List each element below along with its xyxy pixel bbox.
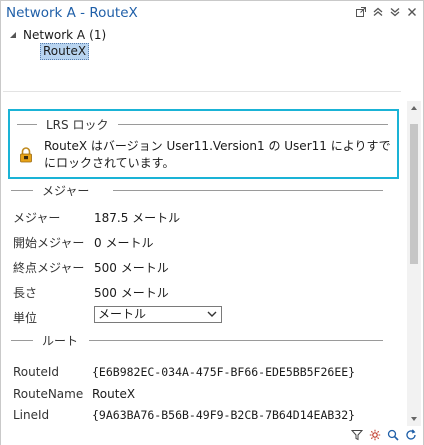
tree-node-label: Network A bbox=[23, 28, 86, 42]
section-rule bbox=[113, 190, 383, 191]
end-measure-label: 終点メジャー bbox=[13, 261, 85, 275]
title-bar-controls bbox=[356, 6, 417, 18]
filter-icon[interactable] bbox=[351, 429, 363, 441]
line-id-label: LineId bbox=[13, 408, 50, 422]
attributes-panel: LRS ロック RouteX はバージョン User11.Version1 の … bbox=[3, 101, 406, 426]
lrs-lock-title: LRS ロック bbox=[43, 116, 112, 133]
tree-item-selected[interactable]: RouteX bbox=[40, 43, 90, 60]
zoom-icon[interactable] bbox=[387, 429, 399, 441]
route-name-label: RouteName bbox=[13, 387, 84, 401]
window-title: Network A - RouteX bbox=[6, 5, 138, 21]
popout-icon[interactable] bbox=[356, 6, 366, 18]
route-id-label: RouteId bbox=[13, 365, 59, 379]
vertical-scrollbar[interactable] bbox=[407, 101, 421, 426]
end-measure-value: 500 メートル bbox=[94, 261, 169, 275]
lrs-lock-message: RouteX はバージョン User11.Version1 の User11 に… bbox=[44, 139, 391, 170]
title-bar: Network A - RouteX bbox=[1, 1, 423, 25]
measure-value: 187.5 メートル bbox=[94, 211, 181, 225]
section-rule bbox=[17, 124, 37, 125]
chevron-up-icon[interactable] bbox=[373, 6, 383, 18]
scroll-up-icon[interactable] bbox=[409, 103, 419, 113]
pop-up-window: Network A - RouteX Network A (1) RouteX bbox=[0, 0, 424, 445]
route-name-value: RouteX bbox=[92, 387, 136, 401]
settings-icon[interactable] bbox=[369, 429, 381, 441]
length-value: 500 メートル bbox=[94, 286, 169, 300]
route-section-title: ルート bbox=[39, 332, 82, 349]
measure-label: メジャー bbox=[13, 211, 61, 225]
tree-node-network[interactable]: Network A (1) bbox=[8, 28, 106, 42]
unit-select-value: メートル bbox=[98, 307, 147, 321]
feature-tree: Network A (1) RouteX bbox=[1, 25, 423, 85]
route-id-value: {E6B982EC-034A-475F-BF66-EDE5BB5F26EE} bbox=[92, 365, 356, 379]
refresh-icon[interactable] bbox=[405, 429, 417, 441]
scroll-down-icon[interactable] bbox=[409, 414, 419, 424]
section-rule bbox=[89, 340, 383, 341]
section-rule bbox=[118, 124, 388, 125]
start-measure-value: 0 メートル bbox=[94, 236, 154, 250]
section-rule bbox=[11, 340, 33, 341]
expand-arrow-icon[interactable] bbox=[8, 30, 18, 40]
section-rule bbox=[11, 190, 33, 191]
pane-divider bbox=[3, 91, 401, 92]
length-label: 長さ bbox=[13, 286, 38, 300]
bottom-toolbar bbox=[1, 427, 423, 445]
scrollbar-thumb[interactable] bbox=[410, 124, 418, 264]
tree-node-count: (1) bbox=[89, 28, 107, 42]
lrs-lock-section: LRS ロック RouteX はバージョン User11.Version1 の … bbox=[8, 109, 399, 179]
lock-warning-icon bbox=[20, 147, 32, 163]
start-measure-label: 開始メジャー bbox=[13, 236, 85, 250]
unit-select[interactable]: メートル bbox=[94, 306, 222, 323]
chevron-down-icon[interactable] bbox=[390, 6, 400, 18]
chevron-down-icon bbox=[207, 311, 217, 317]
close-icon[interactable] bbox=[407, 6, 417, 18]
unit-label: 単位 bbox=[13, 311, 38, 325]
line-id-value: {9A63BA76-B56B-49F9-B2CB-7B64D14EAB32} bbox=[92, 408, 356, 422]
measure-section-title: メジャー bbox=[39, 182, 93, 199]
